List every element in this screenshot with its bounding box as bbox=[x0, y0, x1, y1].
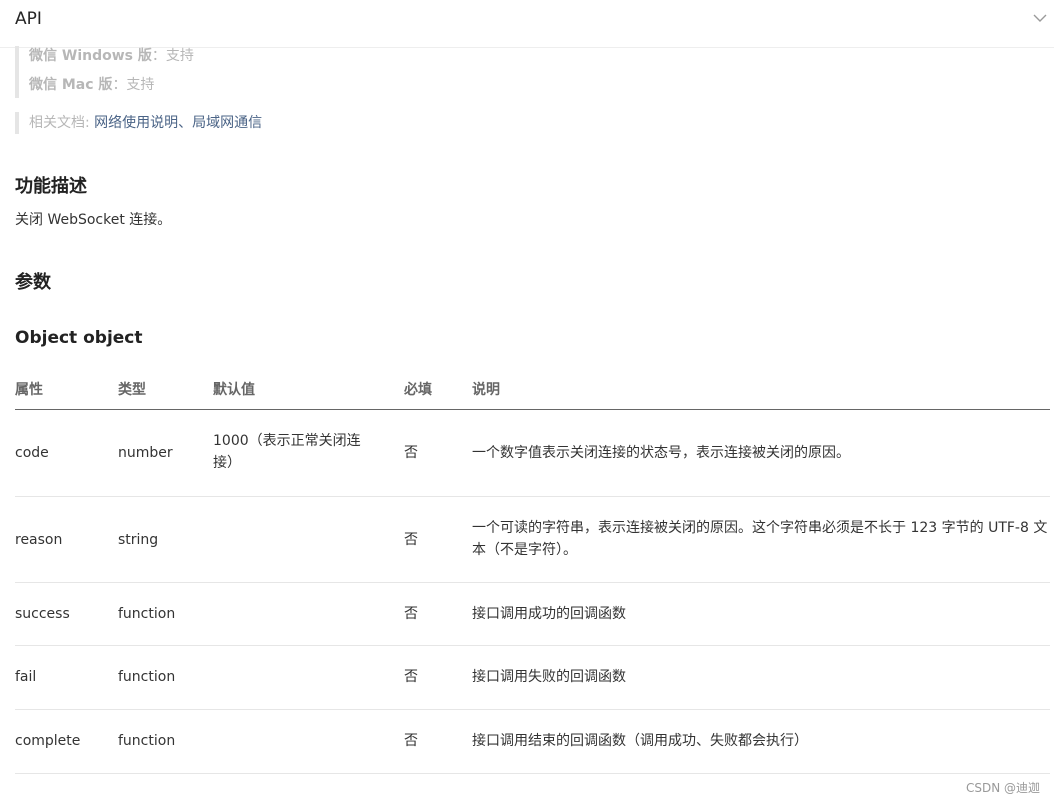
cell-type: function bbox=[118, 733, 176, 749]
header-default: 默认值 bbox=[213, 382, 255, 398]
cell-required: 否 bbox=[404, 669, 418, 685]
cell-description: 一个数字值表示关闭连接的状态号，表示连接被关闭的原因。 bbox=[472, 445, 850, 461]
cell-name: success bbox=[15, 606, 70, 622]
cell-description: 接口调用失败的回调函数 bbox=[472, 669, 626, 685]
lan-communication-link[interactable]: 局域网通信 bbox=[192, 115, 262, 131]
header-attribute: 属性 bbox=[15, 382, 43, 398]
related-docs-quote: 相关文档: 网络使用说明、局域网通信 bbox=[15, 112, 262, 134]
table-row: code number 1000（表示正常关闭连接） 否 一个数字值表示关闭连接… bbox=[15, 410, 1050, 497]
object-heading: Object object bbox=[15, 328, 143, 348]
header-description: 说明 bbox=[472, 382, 500, 398]
chevron-down-icon[interactable] bbox=[1030, 8, 1050, 28]
related-docs-label: 相关文档: bbox=[29, 115, 95, 131]
cell-description: 接口调用成功的回调函数 bbox=[472, 606, 626, 622]
mac-support-label: 微信 Mac 版 bbox=[29, 77, 113, 93]
cell-name: fail bbox=[15, 669, 37, 685]
cell-type: function bbox=[118, 669, 176, 685]
feature-heading: 功能描述 bbox=[15, 176, 87, 197]
params-table: 属性 类型 默认值 必填 说明 code number 1000（表示正常关闭连… bbox=[15, 366, 1050, 774]
table-row: success function 否 接口调用成功的回调函数 bbox=[15, 583, 1050, 646]
windows-support-line: 微信 Windows 版：支持 bbox=[29, 42, 194, 71]
cell-name: complete bbox=[15, 733, 81, 749]
related-docs-separator: 、 bbox=[178, 115, 193, 131]
cell-type: function bbox=[118, 606, 176, 622]
table-row: reason string 否 一个可读的字符串，表示连接被关闭的原因。这个字符… bbox=[15, 497, 1050, 583]
network-usage-link[interactable]: 网络使用说明 bbox=[94, 115, 178, 131]
api-section-header[interactable]: API bbox=[0, 0, 1054, 48]
header-type: 类型 bbox=[118, 382, 146, 398]
cell-type: number bbox=[118, 445, 173, 461]
cell-required: 否 bbox=[404, 606, 418, 622]
windows-support-value: ：支持 bbox=[151, 48, 194, 64]
cell-name: reason bbox=[15, 532, 63, 548]
cell-required: 否 bbox=[404, 733, 418, 749]
cell-type: string bbox=[118, 532, 159, 548]
api-section-title: API bbox=[15, 9, 42, 29]
feature-description: 关闭 WebSocket 连接。 bbox=[15, 212, 172, 228]
csdn-watermark: CSDN @迪迦 bbox=[965, 781, 1040, 795]
cell-default: 1000（表示正常关闭连接） bbox=[213, 433, 361, 471]
mac-support-value: ：支持 bbox=[112, 77, 155, 93]
params-heading: 参数 bbox=[15, 272, 51, 293]
cell-required: 否 bbox=[404, 445, 418, 461]
header-required: 必填 bbox=[404, 382, 432, 398]
cell-required: 否 bbox=[404, 532, 418, 548]
windows-support-label: 微信 Windows 版 bbox=[29, 48, 152, 64]
related-docs-line: 相关文档: 网络使用说明、局域网通信 bbox=[29, 112, 262, 134]
platform-support-quote: 微信 Windows 版：支持 微信 Mac 版：支持 bbox=[15, 46, 194, 98]
mac-support-line: 微信 Mac 版：支持 bbox=[29, 71, 194, 100]
table-header-row: 属性 类型 默认值 必填 说明 bbox=[15, 366, 1050, 410]
table-row: complete function 否 接口调用结束的回调函数（调用成功、失败都… bbox=[15, 710, 1050, 774]
cell-description: 一个可读的字符串，表示连接被关闭的原因。这个字符串必须是不长于 123 字节的 … bbox=[472, 520, 1048, 558]
table-row: fail function 否 接口调用失败的回调函数 bbox=[15, 646, 1050, 710]
cell-description: 接口调用结束的回调函数（调用成功、失败都会执行） bbox=[472, 733, 808, 749]
cell-name: code bbox=[15, 445, 49, 461]
